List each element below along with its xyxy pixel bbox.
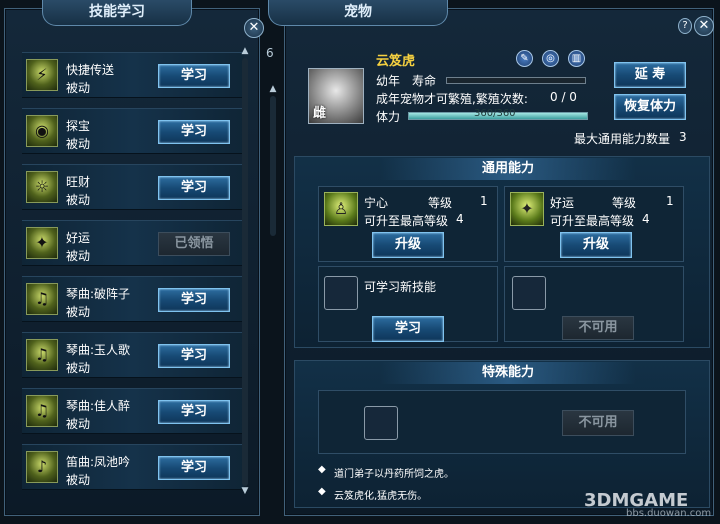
ability-2-name: 好运 bbox=[550, 196, 575, 210]
learn-skill-button[interactable]: 学习 bbox=[158, 176, 230, 200]
luck-ability-icon: ✦ bbox=[510, 192, 544, 226]
teleport-icon: ⚡ bbox=[26, 59, 58, 91]
pet-panel-title: 宠物 bbox=[268, 0, 448, 26]
learn-skill-button[interactable]: 学习 bbox=[158, 120, 230, 144]
extend-life-button[interactable]: 延 寿 bbox=[614, 62, 686, 88]
pet-age: 幼年 bbox=[376, 74, 401, 88]
meditation-icon: ♙ bbox=[324, 192, 358, 226]
ability-1-name: 宁心 bbox=[364, 196, 389, 210]
site-watermark: bbs.duowan.com bbox=[626, 508, 712, 519]
zither-icon: ♫ bbox=[26, 395, 58, 427]
empty-ability-slot-4 bbox=[512, 276, 546, 310]
skill-type: 被动 bbox=[66, 361, 91, 375]
luck-icon: ✦ bbox=[26, 227, 58, 259]
stamina-value: 360/360 bbox=[474, 108, 516, 119]
skill-type: 被动 bbox=[66, 81, 91, 95]
ability-1-level-label: 等级 bbox=[428, 196, 453, 210]
note-diamond-1-icon: ◆ bbox=[318, 464, 326, 475]
learn-skill-button[interactable]: 学习 bbox=[158, 344, 230, 368]
skill-row[interactable]: ♫ 琴曲:玉人歌 被动 学习 bbox=[22, 332, 244, 378]
pen-icon[interactable]: ✎ bbox=[516, 50, 533, 67]
ability-2-level-label: 等级 bbox=[612, 196, 637, 210]
swirl-icon[interactable]: ◎ bbox=[542, 50, 559, 67]
learn-new-skill-text: 可学习新技能 bbox=[364, 280, 437, 294]
ability-1-max-level: 4 bbox=[456, 212, 464, 226]
scroll-up-arrow-icon[interactable]: ▲ bbox=[239, 46, 251, 56]
skill-name: 笛曲:凤池吟 bbox=[66, 455, 131, 469]
skill-list: ⚡ 快捷传送 被动 学习 ◉ 探宝 被动 学习 ☼ 旺财 被动 学习 ✦ 好运 被动 已领悟 ♫ 琴曲:破阵子 被动… bbox=[22, 48, 244, 498]
ability-slot-4-unavailable-button: 不可用 bbox=[562, 316, 634, 340]
note-diamond-2-icon: ◆ bbox=[318, 486, 326, 497]
skill-row[interactable]: ☼ 旺财被动 学习 bbox=[22, 164, 244, 210]
special-unavailable-button: 不可用 bbox=[562, 410, 634, 436]
zither-icon: ♫ bbox=[26, 339, 58, 371]
side-number: 6 bbox=[266, 46, 274, 60]
flute-icon: ♪ bbox=[26, 451, 58, 483]
learn-skill-button[interactable]: 学习 bbox=[158, 64, 230, 88]
lifespan-bar bbox=[446, 77, 586, 84]
empty-ability-slot-3[interactable] bbox=[324, 276, 358, 310]
skill-row[interactable]: ♫ 琴曲:破阵子 被动 学习 bbox=[22, 276, 244, 322]
skill-panel-close-button[interactable]: ✕ bbox=[244, 18, 264, 38]
pet-lifespan-label: 寿命 bbox=[412, 74, 437, 88]
skill-row[interactable]: ♫ 琴曲:佳人醉 被动 学习 bbox=[22, 388, 244, 434]
ability-1-level: 1 bbox=[480, 194, 488, 208]
skill-panel-title: 技能学习 bbox=[42, 0, 192, 26]
skill-name: 旺财 bbox=[66, 175, 91, 189]
ability-1-max-text: 可升至最高等级 bbox=[364, 214, 449, 228]
skill-type: 被动 bbox=[66, 417, 91, 431]
skill-type: 被动 bbox=[66, 193, 91, 207]
max-ability-count: 3 bbox=[679, 130, 687, 144]
treasure-eye-icon: ◉ bbox=[26, 115, 58, 147]
skill-name: 快捷传送 bbox=[66, 63, 115, 77]
skill-type: 被动 bbox=[66, 137, 91, 151]
ability-1-upgrade-button[interactable]: 升级 bbox=[372, 232, 444, 258]
fortune-icon: ☼ bbox=[26, 171, 58, 203]
skill-type: 被动 bbox=[66, 249, 91, 263]
breed-info: 成年宠物才可繁殖,繁殖次数: bbox=[376, 92, 528, 106]
ability-2-level: 1 bbox=[666, 194, 674, 208]
pet-avatar: 雌 bbox=[308, 68, 364, 124]
skill-name: 探宝 bbox=[66, 119, 91, 133]
special-abilities-header: 特殊能力 bbox=[380, 362, 636, 384]
trash-icon[interactable]: ▥ bbox=[568, 50, 585, 67]
skill-row[interactable]: ⚡ 快捷传送被动 学习 bbox=[22, 52, 244, 98]
skill-row[interactable]: ✦ 好运被动 已领悟 bbox=[22, 220, 244, 266]
pet-panel-close-button[interactable]: ✕ bbox=[694, 16, 714, 36]
stamina-label: 体力 bbox=[376, 110, 401, 124]
special-note-1: 道门弟子以丹药所饲之虎。 bbox=[334, 469, 454, 480]
ability-2-max-level: 4 bbox=[642, 212, 650, 226]
scroll-down-arrow-icon[interactable]: ▼ bbox=[239, 486, 251, 496]
learn-ability-button[interactable]: 学习 bbox=[372, 316, 444, 342]
restore-stamina-button[interactable]: 恢复体力 bbox=[614, 94, 686, 120]
breed-count: 0 / 0 bbox=[550, 90, 577, 104]
ability-2-upgrade-button[interactable]: 升级 bbox=[560, 232, 632, 258]
skill-row[interactable]: ♪ 笛曲:凤池吟 被动 学习 bbox=[22, 444, 244, 490]
skill-list-scrollbar[interactable] bbox=[242, 58, 248, 486]
pet-panel-scrollbar[interactable] bbox=[270, 96, 276, 236]
help-icon[interactable]: ? bbox=[678, 18, 692, 34]
skill-type: 被动 bbox=[66, 473, 91, 487]
learned-skill-button: 已领悟 bbox=[158, 232, 230, 256]
empty-special-slot bbox=[364, 406, 398, 440]
skill-name: 琴曲:佳人醉 bbox=[66, 399, 131, 413]
skill-row[interactable]: ◉ 探宝被动 学习 bbox=[22, 108, 244, 154]
pet-name: 云笈虎 bbox=[376, 54, 416, 69]
learn-skill-button[interactable]: 学习 bbox=[158, 456, 230, 480]
ability-2-max-text: 可升至最高等级 bbox=[550, 214, 635, 228]
skill-name: 琴曲:玉人歌 bbox=[66, 343, 131, 357]
pet-gender: 雌 bbox=[313, 106, 327, 121]
skill-type: 被动 bbox=[66, 305, 91, 319]
skill-name: 好运 bbox=[66, 231, 91, 245]
learn-skill-button[interactable]: 学习 bbox=[158, 288, 230, 312]
zither-icon: ♫ bbox=[26, 283, 58, 315]
max-ability-label: 最大通用能力数量 bbox=[574, 132, 671, 146]
general-abilities-header: 通用能力 bbox=[380, 158, 636, 180]
learn-skill-button[interactable]: 学习 bbox=[158, 400, 230, 424]
pet-scroll-up-arrow-icon[interactable]: ▲ bbox=[267, 84, 279, 94]
skill-name: 琴曲:破阵子 bbox=[66, 287, 131, 301]
special-note-2: 云笈虎化,猛虎无伤。 bbox=[334, 491, 428, 502]
